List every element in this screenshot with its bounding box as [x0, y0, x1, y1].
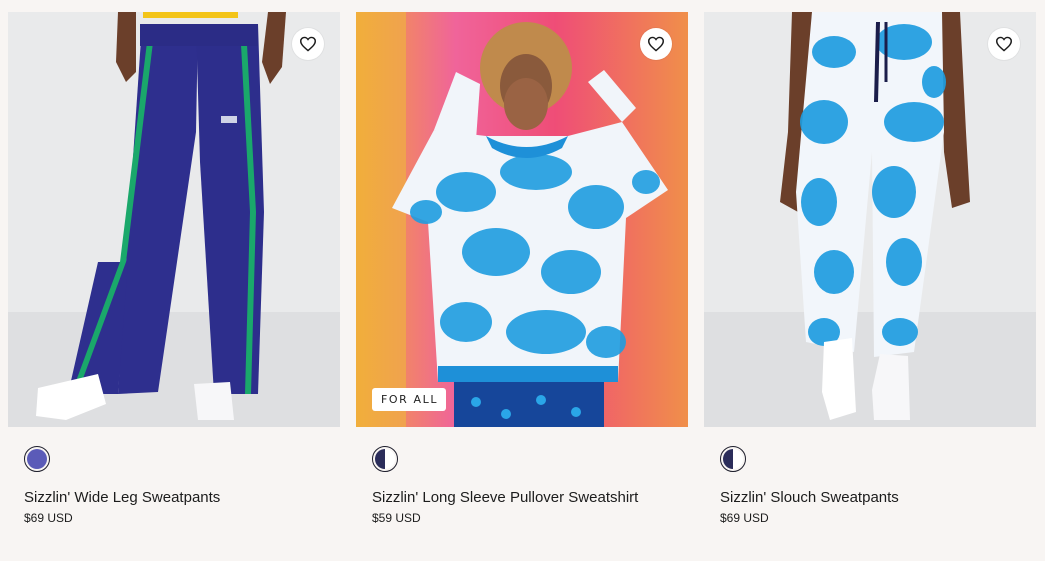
wishlist-button[interactable] [988, 28, 1020, 60]
color-swatch[interactable] [720, 446, 746, 472]
product-title[interactable]: Sizzlin' Wide Leg Sweatpants [24, 488, 340, 507]
product-grid: Sizzlin' Wide Leg Sweatpants $69 USD FOR… [0, 0, 1045, 561]
product-title[interactable]: Sizzlin' Long Sleeve Pullover Sweatshirt [372, 488, 688, 507]
color-swatch[interactable] [24, 446, 50, 472]
product-badge: FOR ALL [372, 388, 447, 411]
color-swatch[interactable] [372, 446, 398, 472]
color-swatches [704, 444, 1036, 474]
product-image[interactable] [704, 12, 1036, 427]
heart-icon [647, 36, 665, 52]
product-card[interactable]: Sizzlin' Slouch Sweatpants $69 USD [704, 12, 1036, 526]
slouch-sweatpants-image [704, 12, 1036, 427]
pullover-sweatshirt-image [356, 12, 688, 427]
heart-icon [995, 36, 1013, 52]
product-price: $69 USD [24, 511, 73, 525]
wishlist-button[interactable] [292, 28, 324, 60]
product-price: $69 USD [720, 511, 769, 525]
heart-icon [299, 36, 317, 52]
product-image[interactable]: FOR ALL [356, 12, 688, 427]
color-swatches [356, 444, 688, 474]
product-card[interactable]: Sizzlin' Wide Leg Sweatpants $69 USD [8, 12, 340, 526]
wishlist-button[interactable] [640, 28, 672, 60]
product-image[interactable] [8, 12, 340, 427]
wide-leg-sweatpants-image [8, 12, 340, 427]
product-title[interactable]: Sizzlin' Slouch Sweatpants [720, 488, 1036, 507]
product-price: $59 USD [372, 511, 421, 525]
product-card[interactable]: FOR ALL Sizzlin' Long Sleeve Pullover Sw… [356, 12, 688, 526]
color-swatches [8, 444, 340, 474]
